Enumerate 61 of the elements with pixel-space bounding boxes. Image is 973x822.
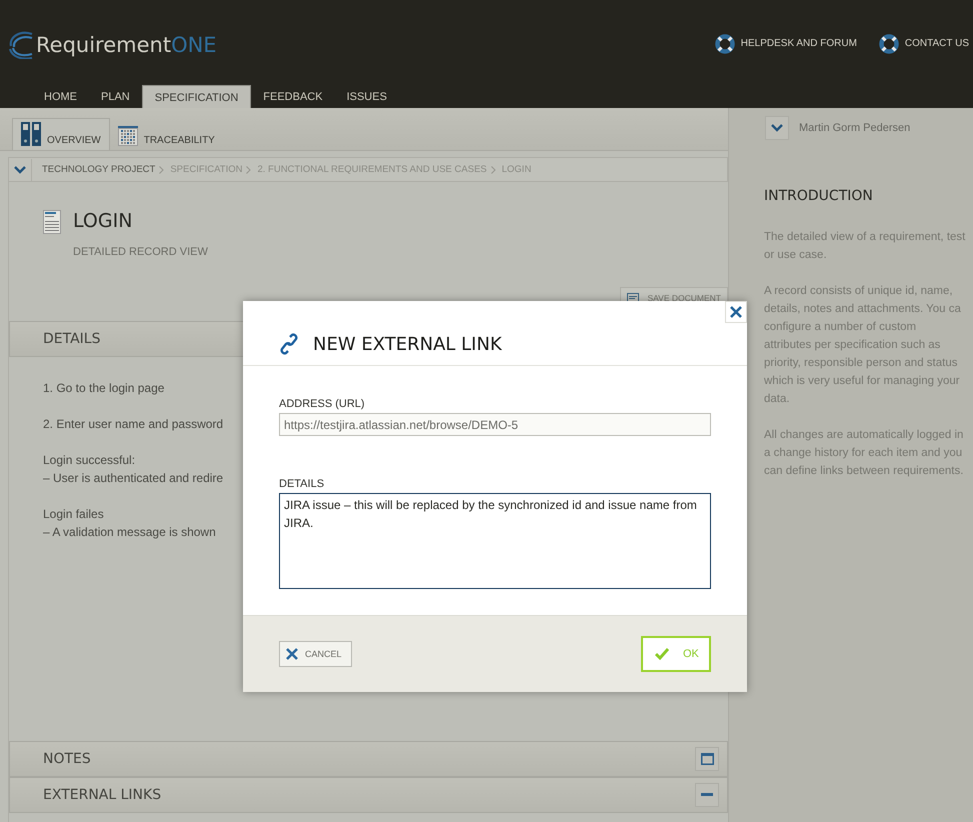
section-header[interactable]: NOTES xyxy=(9,741,728,777)
chevron-down-icon xyxy=(14,166,26,174)
binders-icon xyxy=(21,122,41,146)
introduction-text: details, notes and attachments. You ca xyxy=(764,302,962,317)
introduction-text: data. xyxy=(764,392,791,407)
nav-tab[interactable]: FEEDBACK xyxy=(251,85,335,108)
introduction-text: can define links between requirements. xyxy=(764,464,964,479)
detail-text: Login failes xyxy=(43,506,104,523)
chevron-right-icon xyxy=(159,166,164,174)
detail-text: 1. Go to the login page xyxy=(43,380,164,397)
minus-icon xyxy=(701,793,713,797)
cross-icon xyxy=(286,648,298,660)
collapse-button[interactable] xyxy=(695,783,719,807)
app-logo[interactable]: RequirementONE xyxy=(36,32,217,56)
nav-tab[interactable]: SPECIFICATION xyxy=(142,85,252,108)
introduction-text: which is very useful for managing your xyxy=(764,374,961,389)
introduction-text: All changes are automatically logged in xyxy=(764,428,964,443)
field-label: ADDRESS (URL) xyxy=(279,398,366,410)
breadcrumb-item[interactable]: TECHNOLOGY PROJECT xyxy=(32,164,160,175)
introduction-text: or use case. xyxy=(764,248,828,263)
record-subtitle: DETAILED RECORD VIEW xyxy=(73,246,208,258)
header-link[interactable]: HELPDESK AND FORUM xyxy=(714,34,857,54)
introduction-heading: INTRODUCTION xyxy=(764,188,874,204)
dialog-title: NEW EXTERNAL LINK xyxy=(313,334,502,355)
view-tab[interactable]: TRACEABILITY xyxy=(110,118,223,150)
detail-text: – A validation message is shown xyxy=(43,524,216,541)
chevron-right-icon xyxy=(490,166,496,174)
logo-swoosh-icon xyxy=(8,30,34,58)
lifebuoy-icon xyxy=(714,34,735,54)
introduction-text: a change history for each item and you xyxy=(764,446,964,461)
view-tab[interactable]: OVERVIEW xyxy=(12,118,110,150)
introduction-text: A record consists of unique id, name, xyxy=(764,284,954,299)
detail-text: – User is authenticated and redire xyxy=(43,470,224,487)
cancel-button[interactable]: CANCEL xyxy=(279,641,352,667)
address-field[interactable]: https://testjira.atlassian.net/browse/DEMO-5 xyxy=(279,413,711,436)
record-title: LOGIN xyxy=(73,210,134,232)
grid-icon xyxy=(118,126,138,146)
user-menu-toggle[interactable] xyxy=(765,116,789,140)
document-icon xyxy=(43,210,61,234)
lifebuoy-icon xyxy=(878,34,899,54)
nav-tab[interactable]: HOME xyxy=(32,85,89,108)
chevron-down-icon xyxy=(771,124,783,132)
header-link[interactable]: CONTACT US xyxy=(878,34,969,54)
nav-tab[interactable]: PLAN xyxy=(89,85,142,108)
field-label: DETAILS xyxy=(279,478,326,490)
detail-text: 2. Enter user name and password xyxy=(43,416,224,433)
link-icon xyxy=(279,333,299,355)
window-icon xyxy=(700,753,714,765)
detail-text: Login successful: xyxy=(43,452,136,469)
introduction-text: configure a number of custom xyxy=(764,320,918,335)
details-field[interactable]: JIRA issue – this will be replaced by the synchronized id and issue name from JIRA. xyxy=(279,493,711,589)
expand-button[interactable] xyxy=(695,747,719,771)
close-button[interactable] xyxy=(725,301,747,323)
introduction-text: priority, responsible person and status xyxy=(764,356,958,371)
introduction-text: attributes per specification such as xyxy=(764,338,942,353)
introduction-text: The detailed view of a requirement, test xyxy=(764,230,966,245)
section-header[interactable]: EXTERNAL LINKS xyxy=(9,777,728,813)
nav-tab[interactable]: ISSUES xyxy=(334,85,399,108)
close-icon xyxy=(730,306,742,318)
checkmark-icon xyxy=(655,648,669,660)
chevron-right-icon xyxy=(246,166,252,174)
